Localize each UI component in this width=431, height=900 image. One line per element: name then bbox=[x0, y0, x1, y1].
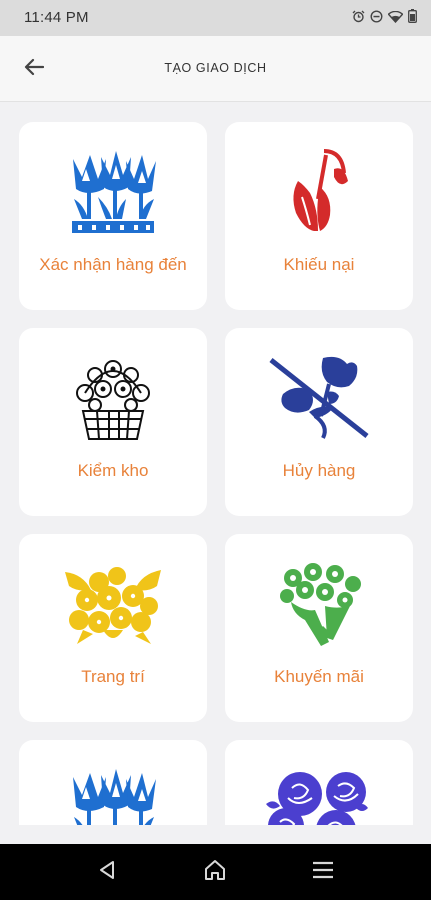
card-label: Hủy hàng bbox=[282, 461, 356, 480]
blue-flowers-icon bbox=[19, 144, 207, 239]
card-confirm-arrival[interactable]: Xác nhận hàng đến bbox=[19, 122, 207, 310]
status-bar: 11:44 PM bbox=[0, 0, 431, 36]
card-inventory-check[interactable]: Kiểm kho bbox=[19, 328, 207, 516]
transaction-grid: Xác nhận hàng đến Khiếu nại Kiểm kho Hủy… bbox=[19, 122, 413, 825]
do-not-disturb-icon bbox=[370, 9, 383, 28]
system-nav-bar bbox=[0, 844, 431, 900]
card-label: Xác nhận hàng đến bbox=[39, 255, 187, 274]
status-icons bbox=[352, 9, 417, 28]
crossed-flower-icon bbox=[225, 350, 413, 445]
card-label: Khiếu nại bbox=[283, 255, 355, 274]
flower-basket-icon bbox=[19, 350, 207, 445]
menu-icon bbox=[312, 861, 334, 884]
home-icon bbox=[203, 859, 227, 886]
app-bar: TẠO GIAO DỊCH bbox=[0, 36, 431, 102]
card-promotion[interactable]: Khuyến mãi bbox=[225, 534, 413, 722]
card-item-8[interactable] bbox=[225, 740, 413, 825]
wifi-icon bbox=[387, 10, 404, 28]
nav-home-button[interactable] bbox=[201, 859, 229, 886]
blue-flowers-icon bbox=[19, 762, 207, 825]
green-bouquet-icon bbox=[225, 556, 413, 651]
card-complaint[interactable]: Khiếu nại bbox=[225, 122, 413, 310]
battery-icon bbox=[408, 9, 417, 28]
card-item-7[interactable] bbox=[19, 740, 207, 825]
card-label: Trang trí bbox=[81, 667, 145, 686]
card-cancel-goods[interactable]: Hủy hàng bbox=[225, 328, 413, 516]
page-title: TẠO GIAO DỊCH bbox=[164, 61, 267, 75]
red-snowdrop-icon bbox=[225, 144, 413, 239]
nav-back-button[interactable] bbox=[93, 860, 121, 884]
card-decoration[interactable]: Trang trí bbox=[19, 534, 207, 722]
back-triangle-icon bbox=[98, 860, 116, 885]
card-label: Khuyến mãi bbox=[274, 667, 364, 686]
status-time: 11:44 PM bbox=[24, 9, 89, 26]
purple-roses-icon bbox=[225, 762, 413, 825]
transaction-grid-area: Xác nhận hàng đến Khiếu nại Kiểm kho Hủy… bbox=[0, 102, 431, 825]
card-label: Kiểm kho bbox=[77, 461, 149, 480]
yellow-flowers-icon bbox=[19, 556, 207, 651]
nav-menu-button[interactable] bbox=[309, 860, 337, 884]
alarm-icon bbox=[352, 10, 365, 28]
